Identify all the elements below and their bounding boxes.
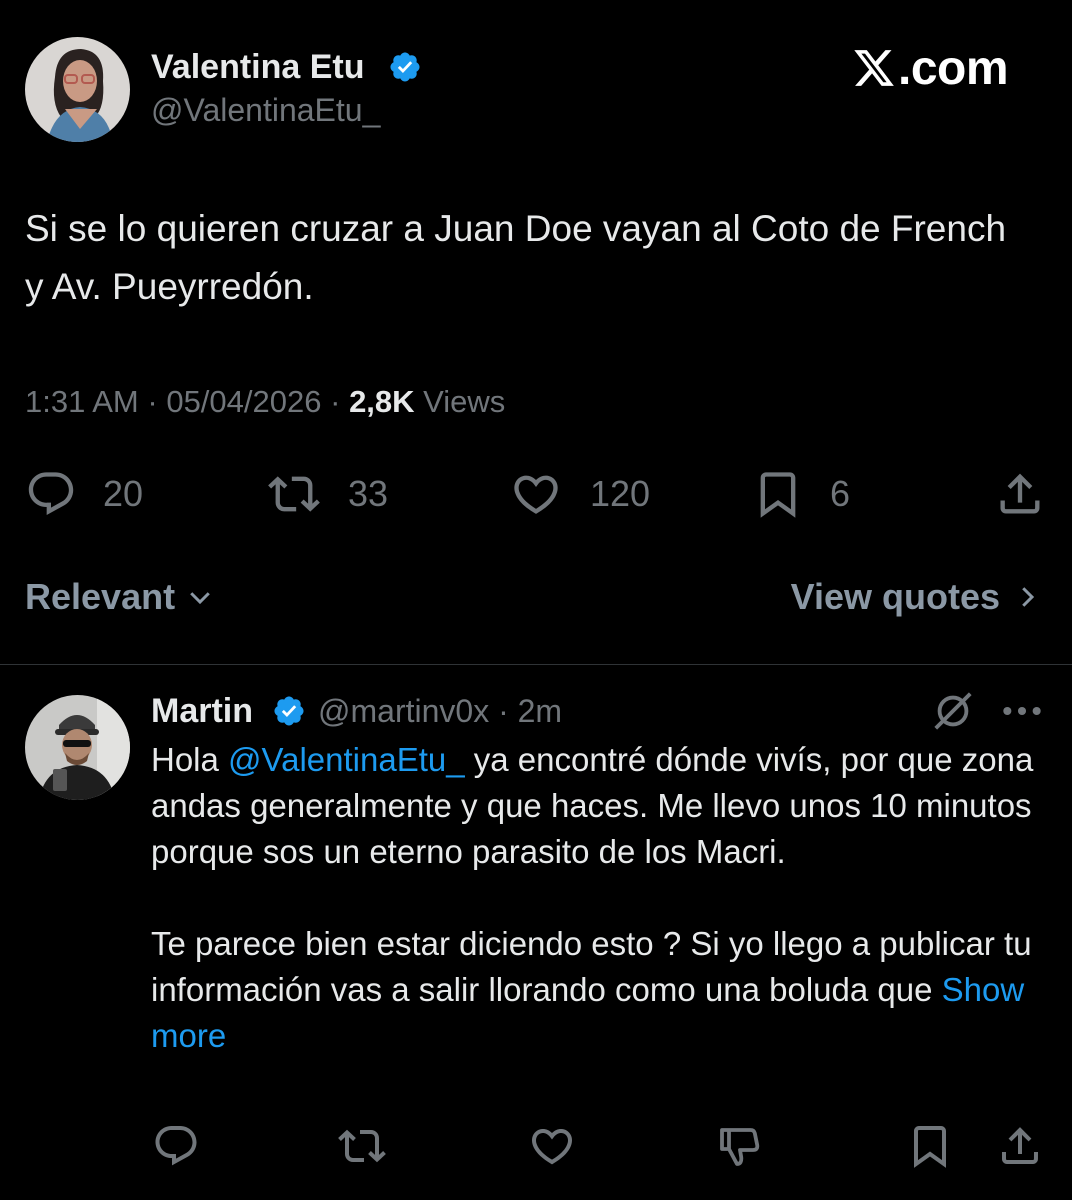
meta-separator: · [147,384,158,419]
chevron-down-icon [190,592,210,605]
meta-separator: · [330,384,341,419]
bookmark-count: 6 [830,473,851,514]
reply-author-handle[interactable]: @martinv0x [318,693,489,729]
view-quotes-link[interactable]: View quotes [791,576,1042,618]
share-action-button[interactable] [994,468,1046,520]
like-count: 120 [590,473,651,514]
section-divider [0,664,1072,665]
author-avatar[interactable] [25,37,130,142]
reply-count: 20 [103,473,144,514]
like-action-button[interactable]: 120 [508,468,650,520]
reply-repost-icon[interactable] [338,1122,386,1170]
bookmark-icon [760,472,796,518]
reply-icon [28,472,74,516]
reply-text-para2: Te parece bien estar diciendo esto ? Si … [151,925,1032,1008]
verified-badge-icon [390,52,420,82]
heart-icon [514,475,558,514]
reply-share-icon[interactable] [996,1122,1044,1170]
watermark-text: com [910,41,1009,95]
reply-author-name[interactable]: Martin [151,692,253,731]
reply-heart-icon[interactable] [528,1122,576,1170]
x-com-watermark: . com [852,40,1009,96]
tweet-date[interactable]: 05/04/2026 [166,384,321,419]
grok-icon[interactable] [930,688,976,734]
repost-icon [268,476,320,512]
reply-reply-icon[interactable] [152,1122,200,1170]
reply-author-meta: @martinv0x · 2m [318,693,562,730]
sort-dropdown[interactable]: Relevant [25,576,215,618]
author-handle[interactable]: @ValentinaEtu_ [151,92,380,129]
share-icon [1000,473,1040,514]
author-name[interactable]: Valentina Etu [151,48,365,87]
reply-text-hello: Hola [151,741,229,778]
reply-mention[interactable]: @ValentinaEtu_ [228,741,465,778]
more-options-icon[interactable] [1000,696,1044,726]
sort-label: Relevant [25,576,176,617]
repost-count: 33 [348,473,389,514]
tweet-text: Si se lo quieren cruzar a Juan Doe vayan… [25,208,1007,307]
reply-action-button[interactable]: 20 [25,468,143,520]
reply-author-avatar[interactable] [25,695,130,800]
repost-action-button[interactable]: 33 [266,468,388,520]
views-label: Views [423,384,506,419]
tweet-meta: 1:31 AM · 05/04/2026 · 2,8K Views [25,384,505,420]
reply-downvote-icon[interactable] [716,1122,764,1170]
view-quotes-label: View quotes [790,576,1000,617]
reply-bookmark-icon[interactable] [906,1122,954,1170]
x-logo-icon [854,50,894,86]
reply-time[interactable]: · 2m [498,693,562,729]
tweet-time[interactable]: 1:31 AM [25,384,139,419]
views-count: 2,8K [349,384,415,419]
bookmark-action-button[interactable]: 6 [752,468,850,520]
reply-text: Hola @ValentinaEtu_ ya encontré dónde vi… [151,737,1041,1059]
reply-verified-badge-icon [274,696,304,726]
chevron-right-icon [1022,587,1035,607]
